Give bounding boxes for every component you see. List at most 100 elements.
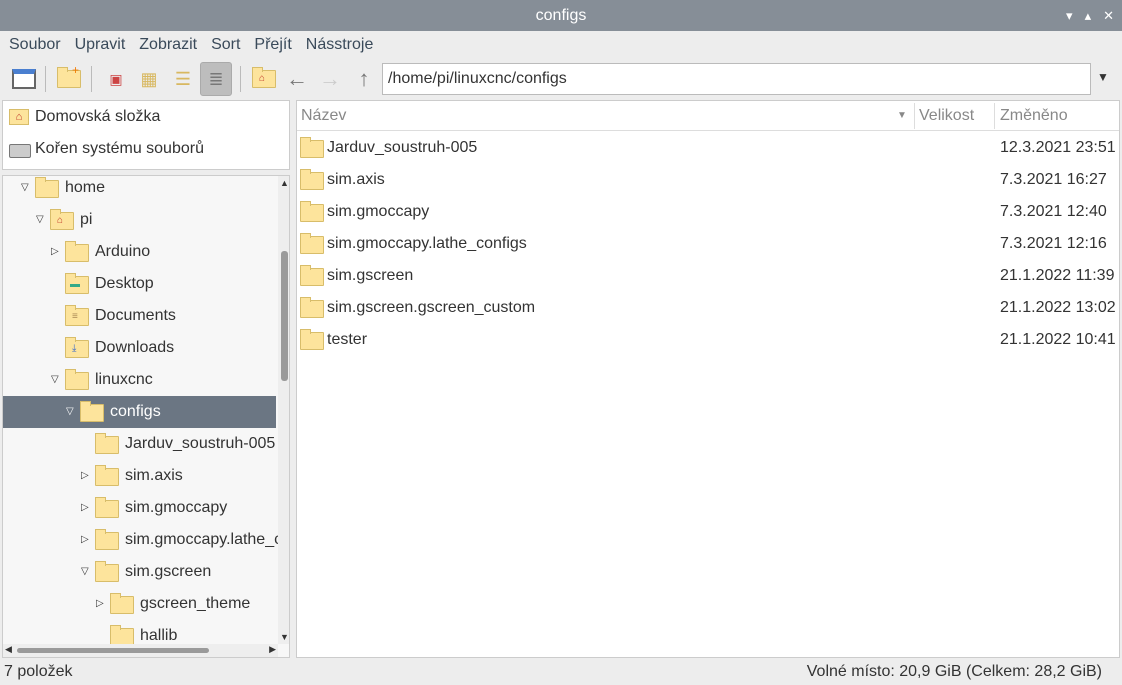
tree-item-label: sim.gscreen (125, 563, 212, 580)
tree-item-label: sim.gmoccapy (125, 499, 228, 516)
folder-icon: ⌂ (50, 209, 74, 230)
file-list: Název ▼ Velikost Změněno Jarduv_soustruh… (296, 100, 1120, 658)
menu-zobrazit[interactable]: Zobrazit (139, 31, 197, 59)
divider (45, 66, 46, 92)
expander-collapsed-icon[interactable]: ▷ (81, 460, 89, 492)
menu-nastroje[interactable]: Násstroje (306, 31, 374, 59)
expander-collapsed-icon[interactable]: ▷ (81, 492, 89, 524)
place-label: Domovská složka (35, 108, 161, 125)
file-modified: 7.3.2021 12:40 (1000, 203, 1107, 220)
tree-item[interactable]: ⤓ Downloads (3, 332, 276, 364)
new-folder-icon[interactable]: + (53, 62, 85, 96)
scroll-right-icon[interactable]: ▶ (269, 644, 276, 655)
divider (240, 66, 241, 92)
place-home[interactable]: ⌂ Domovská složka (3, 101, 289, 133)
file-row[interactable]: tester 21.1.2022 10:41 (297, 324, 1119, 356)
expander-expanded-icon[interactable]: ▽ (36, 204, 44, 236)
new-window-icon[interactable] (8, 62, 40, 96)
tree-item[interactable]: ≡ Documents (3, 300, 276, 332)
tree-item[interactable]: ▬ Desktop (3, 268, 276, 300)
forward-arrow-icon[interactable]: → (314, 62, 346, 96)
home-icon[interactable]: ⌂ (248, 62, 280, 96)
scroll-up-icon[interactable]: ▲ (280, 178, 289, 188)
scroll-thumb[interactable] (17, 648, 209, 653)
place-label: Kořen systému souborů (35, 140, 204, 157)
menu-upravit[interactable]: Upravit (75, 31, 126, 59)
file-name: tester (327, 331, 368, 348)
tree-item-label: Desktop (95, 275, 154, 292)
file-row[interactable]: Jarduv_soustruh-005 12.3.2021 23:51 (297, 132, 1119, 164)
scroll-left-icon[interactable]: ◀ (5, 644, 12, 655)
folder-icon (300, 169, 324, 190)
home-icon: ⌂ (9, 109, 29, 125)
file-name: sim.gscreen.gscreen_custom (327, 299, 536, 316)
menu-prejit[interactable]: Přejít (254, 31, 291, 59)
file-row[interactable]: sim.gmoccapy.lathe_configs 7.3.2021 12:16 (297, 228, 1119, 260)
file-row[interactable]: sim.gscreen.gscreen_custom 21.1.2022 13:0… (297, 292, 1119, 324)
file-modified: 7.3.2021 16:27 (1000, 171, 1107, 188)
folder-icon (300, 265, 324, 286)
folder-icon: ▬ (65, 273, 89, 294)
tree-item[interactable]: ▽ linuxcnc (3, 364, 276, 396)
tree-item[interactable]: ▽ home (3, 176, 276, 204)
tree-vertical-scrollbar[interactable]: ▲ ▼ (278, 176, 289, 644)
folder-icon: ⤓ (65, 337, 89, 358)
tree-item[interactable]: ▽ configs (3, 396, 276, 428)
compact-view-icon[interactable]: ☰ (167, 62, 199, 96)
folder-icon (95, 465, 119, 486)
path-dropdown-icon[interactable]: ▼ (1097, 70, 1109, 84)
menu-soubor[interactable]: Soubor (9, 31, 61, 59)
place-root[interactable]: Kořen systému souborů (3, 133, 289, 165)
icon-view-icon[interactable]: ▦ (133, 62, 165, 96)
scroll-down-icon[interactable]: ▼ (280, 632, 289, 642)
file-row[interactable]: sim.gscreen 21.1.2022 11:39 (297, 260, 1119, 292)
tree-item[interactable]: ▷ Arduino (3, 236, 276, 268)
scroll-thumb[interactable] (281, 251, 288, 381)
file-modified: 7.3.2021 12:16 (1000, 235, 1107, 252)
file-row[interactable]: sim.axis 7.3.2021 16:27 (297, 164, 1119, 196)
column-modified[interactable]: Změněno (1000, 101, 1068, 131)
back-arrow-icon[interactable]: ← (281, 62, 313, 96)
thumbnail-view-icon[interactable]: ▣ (100, 62, 132, 96)
tree-item-label: Arduino (95, 243, 151, 260)
file-modified: 12.3.2021 23:51 (1000, 139, 1116, 156)
path-input[interactable]: /home/pi/linuxcnc/configs (382, 63, 1091, 95)
expander-expanded-icon[interactable]: ▽ (21, 176, 29, 204)
menu-sort[interactable]: Sort (211, 31, 240, 59)
tree-item[interactable]: Jarduv_soustruh-005 (3, 428, 276, 460)
tree-item[interactable]: ▷ sim.gmoccapy.lathe_configs (3, 524, 289, 556)
folder-icon (300, 201, 324, 222)
file-modified: 21.1.2022 13:02 (1000, 299, 1116, 316)
tree-item[interactable]: ▷ sim.axis (3, 460, 276, 492)
file-modified: 21.1.2022 11:39 (1000, 267, 1115, 284)
maximize-icon[interactable]: ▴ (1085, 0, 1092, 31)
tree-item[interactable]: ▽ ⌂ pi (3, 204, 276, 236)
expander-expanded-icon[interactable]: ▽ (51, 364, 59, 396)
expander-collapsed-icon[interactable]: ▷ (51, 236, 59, 268)
menu-bar: Soubor Upravit Zobrazit Sort Přejít Náss… (0, 31, 373, 59)
free-space: Volné místo: 20,9 GiB (Celkem: 28,2 GiB) (806, 663, 1102, 680)
column-size[interactable]: Velikost (919, 101, 974, 131)
expander-expanded-icon[interactable]: ▽ (66, 396, 74, 428)
folder-icon (80, 401, 104, 422)
folder-tree: hallib ▷ gscreen_theme ▽ sim.gscreen ▷ sim.gmo… (2, 175, 290, 658)
tree-item[interactable]: ▷ sim.gmoccapy (3, 492, 276, 524)
list-view-icon[interactable]: ≣ (200, 62, 232, 96)
folder-icon (95, 433, 119, 454)
folder-icon (110, 593, 134, 614)
expander-collapsed-icon[interactable]: ▷ (81, 524, 89, 556)
expander-expanded-icon[interactable]: ▽ (81, 556, 89, 588)
expander-collapsed-icon[interactable]: ▷ (96, 588, 104, 620)
tree-item[interactable]: ▽ sim.gscreen (3, 556, 276, 588)
tree-horizontal-scrollbar[interactable]: ◀ ▶ (3, 644, 278, 657)
close-icon[interactable]: ✕ (1103, 0, 1114, 31)
folder-icon: ≡ (65, 305, 89, 326)
tree-item[interactable]: ▷ gscreen_theme (3, 588, 276, 620)
up-arrow-icon[interactable]: ↑ (348, 62, 380, 96)
file-row[interactable]: sim.gmoccapy 7.3.2021 12:40 (297, 196, 1119, 228)
column-name[interactable]: Název (301, 101, 346, 131)
minimize-icon[interactable]: ▾ (1066, 0, 1073, 31)
folder-icon (300, 137, 324, 158)
file-name: sim.gmoccapy.lathe_configs (327, 235, 527, 252)
tree-item-label: configs (110, 403, 161, 420)
